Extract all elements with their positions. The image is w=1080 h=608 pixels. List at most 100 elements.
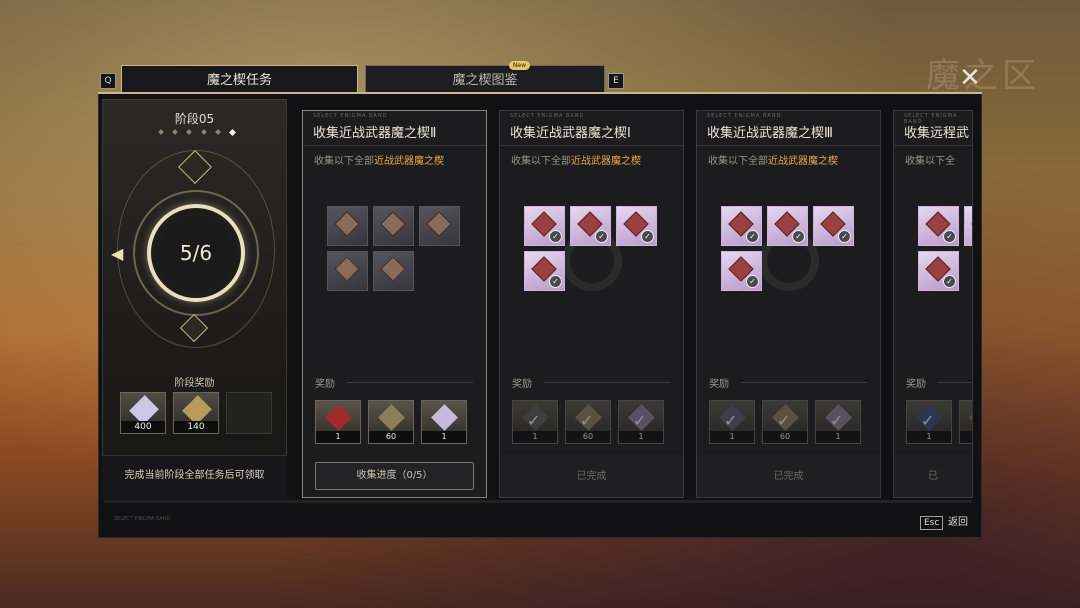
item-grid: ✓ ✓ ✓: [918, 206, 972, 291]
reward-label: 奖励: [709, 379, 729, 390]
reward-label: 奖励: [315, 379, 335, 390]
desc-highlight: 近战武器魔之楔: [768, 156, 838, 167]
esc-key-hint[interactable]: Esc: [920, 516, 944, 530]
reward-qty: 1: [422, 431, 466, 443]
enigma-item-locked[interactable]: [327, 206, 368, 246]
weapon-icon: [380, 256, 406, 282]
item-grid: ✓ ✓ ✓ ✓: [524, 206, 664, 291]
quest-card-ranged[interactable]: SELECT ENIGMA BAND 收集远程武 收集以下全 ✓ ✓ ✓ 奖励 …: [893, 110, 973, 498]
back-button[interactable]: 返回: [948, 516, 968, 530]
next-tab-key-hint[interactable]: E: [608, 73, 624, 89]
check-icon: ✓: [746, 275, 759, 288]
tab-enigma-codex[interactable]: 魔之楔图鉴 New: [365, 61, 605, 95]
stage-dot: [186, 129, 193, 135]
reward-item-claimed[interactable]: ✓ 1: [512, 400, 558, 444]
reward-qty: 60: [763, 431, 807, 443]
card-title: 收集远程武: [904, 126, 970, 141]
stage-rewards: 400 140: [120, 392, 272, 434]
quest-card-melee-2[interactable]: SELECT ENIGMA BAND 收集近战武器魔之楔Ⅱ 收集以下全部近战武器…: [302, 110, 487, 498]
weapon-reward-icon: [325, 404, 352, 431]
reward-item-claimed[interactable]: ✓ 1: [618, 400, 664, 444]
check-icon: ✓: [830, 411, 844, 430]
enigma-item-collected[interactable]: ✓: [964, 206, 972, 246]
reward-label: 奖励: [512, 379, 532, 390]
enigma-item-collected[interactable]: ✓: [570, 206, 611, 246]
enigma-item-collected[interactable]: ✓: [616, 206, 657, 246]
stage-reward-empty-slot: [226, 392, 272, 434]
close-icon[interactable]: ✕: [958, 65, 982, 91]
desc-prefix: 收集以下全部: [511, 156, 571, 167]
enigma-item-collected[interactable]: ✓: [918, 206, 959, 246]
divider: [347, 382, 473, 383]
card-subheading: SELECT ENIGMA BAND: [510, 113, 585, 119]
reward-item-claimed[interactable]: ✓ 60: [565, 400, 611, 444]
reward-item-claimed[interactable]: ✓ 1: [709, 400, 755, 444]
reward-item-claimed[interactable]: ✓ 1: [906, 400, 952, 444]
divider: [741, 382, 867, 383]
collect-progress-button[interactable]: 收集进度（0/5）: [315, 462, 474, 490]
stage-title: 阶段05: [174, 112, 215, 126]
enigma-item-collected[interactable]: ✓: [721, 206, 762, 246]
quest-card-melee-3[interactable]: SELECT ENIGMA BAND 收集近战武器魔之楔Ⅲ 收集以下全部近战武器…: [696, 110, 881, 498]
stage-panel: 阶段05 5/6 ◀ 阶段奖励 400 140: [102, 99, 287, 499]
emblem-icon: [969, 404, 972, 431]
check-icon: ✓: [595, 230, 608, 243]
reward-item[interactable]: 1: [421, 400, 467, 444]
prev-tab-key-hint[interactable]: Q: [100, 73, 116, 89]
stage-dot-active: [228, 128, 236, 137]
card-title: 收集近战武器魔之楔Ⅰ: [510, 126, 631, 141]
reward-item[interactable]: 60: [368, 400, 414, 444]
card-description: 收集以下全: [905, 152, 955, 167]
check-icon: ✓: [746, 230, 759, 243]
tab-enigma-tasks[interactable]: 魔之楔任务: [121, 65, 358, 95]
reward-qty: 1: [907, 431, 951, 443]
reward-qty: 60: [369, 431, 413, 443]
reward-item[interactable]: 1: [315, 400, 361, 444]
enigma-item-collected[interactable]: ✓: [524, 206, 565, 246]
weapon-icon: [334, 256, 360, 282]
reward-item-claimed[interactable]: ✓: [959, 400, 972, 444]
desc-highlight: 近战武器魔之楔: [571, 156, 641, 167]
weapon-icon: [971, 211, 972, 237]
tab-enigma-codex-label: 魔之楔图鉴: [452, 73, 518, 88]
desc-prefix: 收集以下全部: [314, 156, 374, 167]
card-description: 收集以下全部近战武器魔之楔: [314, 152, 444, 167]
stage-reward-emblem[interactable]: 140: [173, 392, 219, 434]
check-icon: ✓: [580, 411, 594, 430]
new-badge: New: [508, 61, 530, 70]
weapon-icon: [334, 211, 360, 237]
weapon-icon: [426, 211, 452, 237]
enigma-item-locked[interactable]: [419, 206, 460, 246]
stage-reward-crystal[interactable]: 400: [120, 392, 166, 434]
reward-item-claimed[interactable]: ✓ 60: [762, 400, 808, 444]
enigma-item-collected[interactable]: ✓: [767, 206, 808, 246]
enigma-item-collected[interactable]: ✓: [918, 251, 959, 291]
reward-list: 1 60 1: [315, 400, 467, 444]
horizontal-scrollbar[interactable]: [104, 500, 972, 503]
enigma-item-locked[interactable]: [327, 251, 368, 291]
enigma-item-collected[interactable]: ✓: [721, 251, 762, 291]
card-subheading: SELECT ENIGMA BAND: [707, 113, 782, 119]
reward-qty: [960, 431, 972, 443]
completed-status: 已完成: [500, 455, 683, 497]
enigma-item-collected[interactable]: ✓: [524, 251, 565, 291]
check-icon: ✓: [641, 230, 654, 243]
reward-item-claimed[interactable]: ✓ 1: [815, 400, 861, 444]
enigma-item-locked[interactable]: [373, 251, 414, 291]
reward-list: ✓ 1 ✓ 60 ✓ 1: [709, 400, 861, 444]
reward-list: ✓ 1 ✓ 60 ✓ 1: [512, 400, 664, 444]
enigma-item-locked[interactable]: [373, 206, 414, 246]
reward-qty: 1: [316, 431, 360, 443]
background-ghost-text: 魔之区: [926, 56, 1040, 96]
weapon-icon: [380, 211, 406, 237]
card-reward-icon: [431, 404, 458, 431]
divider: [500, 145, 683, 146]
card-title: 收集近战武器魔之楔Ⅱ: [313, 126, 437, 141]
check-icon: ✓: [724, 411, 738, 430]
card-subheading: SELECT ENIGMA BAND: [313, 113, 388, 119]
stage-dot: [200, 129, 207, 135]
quest-card-melee-1[interactable]: SELECT ENIGMA BAND 收集近战武器魔之楔Ⅰ 收集以下全部近战武器…: [499, 110, 684, 498]
stage-progress-text: 5/6: [179, 241, 213, 265]
enigma-item-collected[interactable]: ✓: [813, 206, 854, 246]
divider: [303, 145, 486, 146]
